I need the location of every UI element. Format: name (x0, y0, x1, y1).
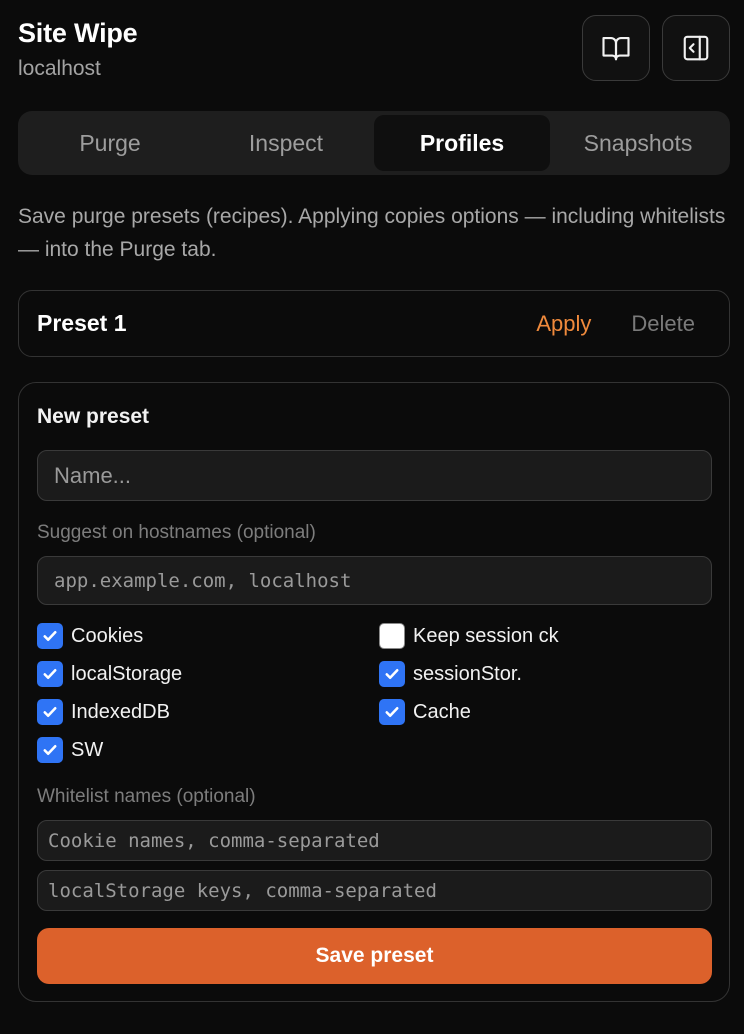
cache-label: Cache (413, 700, 471, 723)
whitelist-label: Whitelist names (optional) (37, 786, 256, 807)
keep-session-checkbox[interactable] (379, 623, 405, 649)
check-icon (43, 744, 57, 756)
check-icon (43, 668, 57, 680)
preset-name-input[interactable] (37, 450, 712, 501)
cache-checkbox[interactable] (379, 699, 405, 725)
docs-button[interactable] (582, 15, 650, 81)
option-sessionstorage[interactable]: sessionStor. (379, 661, 522, 687)
preset-name: Preset 1 (37, 310, 127, 336)
check-icon (43, 630, 57, 642)
save-preset-button[interactable]: Save preset (37, 928, 712, 984)
cookie-whitelist-input[interactable] (37, 820, 712, 861)
hostnames-input[interactable] (37, 556, 712, 605)
option-cache[interactable]: Cache (379, 699, 471, 725)
localstorage-checkbox[interactable] (37, 661, 63, 687)
check-icon (385, 706, 399, 718)
tab-inspect[interactable]: Inspect (198, 115, 374, 171)
collapse-panel-button[interactable] (662, 15, 730, 81)
option-localstorage[interactable]: localStorage (37, 661, 182, 687)
delete-preset-button[interactable]: Delete (631, 311, 695, 337)
indexeddb-checkbox[interactable] (37, 699, 63, 725)
preset-item: Preset 1 Apply Delete (18, 290, 730, 357)
header: Site Wipe localhost (18, 15, 730, 84)
localstorage-label: localStorage (71, 662, 183, 685)
profiles-description: Save purge presets (recipes). Applying c… (18, 205, 726, 261)
panel-collapse-icon (683, 35, 709, 61)
option-cookies[interactable]: Cookies (37, 623, 143, 649)
indexeddb-label: IndexedDB (71, 700, 170, 723)
option-sw[interactable]: SW (37, 737, 103, 763)
hostnames-label: Suggest on hostnames (optional) (37, 522, 316, 543)
localstorage-whitelist-input[interactable] (37, 870, 712, 911)
cookies-label: Cookies (71, 624, 144, 647)
cookies-checkbox[interactable] (37, 623, 63, 649)
keep-session-label: Keep session ck (413, 624, 559, 647)
sw-label: SW (71, 738, 104, 761)
tab-bar: Purge Inspect Profiles Snapshots (18, 111, 730, 175)
option-indexeddb[interactable]: IndexedDB (37, 699, 170, 725)
tab-snapshots[interactable]: Snapshots (550, 115, 726, 171)
check-icon (385, 668, 399, 680)
sw-checkbox[interactable] (37, 737, 63, 763)
sessionstorage-label: sessionStor. (413, 662, 522, 685)
book-open-icon (602, 36, 630, 61)
check-icon (43, 706, 57, 718)
new-preset-form: New preset Suggest on hostnames (optiona… (18, 382, 730, 1002)
sessionstorage-checkbox[interactable] (379, 661, 405, 687)
option-keep-session[interactable]: Keep session ck (379, 623, 559, 649)
new-preset-title: New preset (37, 405, 150, 428)
apply-preset-button[interactable]: Apply (536, 311, 591, 337)
tab-purge[interactable]: Purge (22, 115, 198, 171)
tab-profiles[interactable]: Profiles (374, 115, 550, 171)
